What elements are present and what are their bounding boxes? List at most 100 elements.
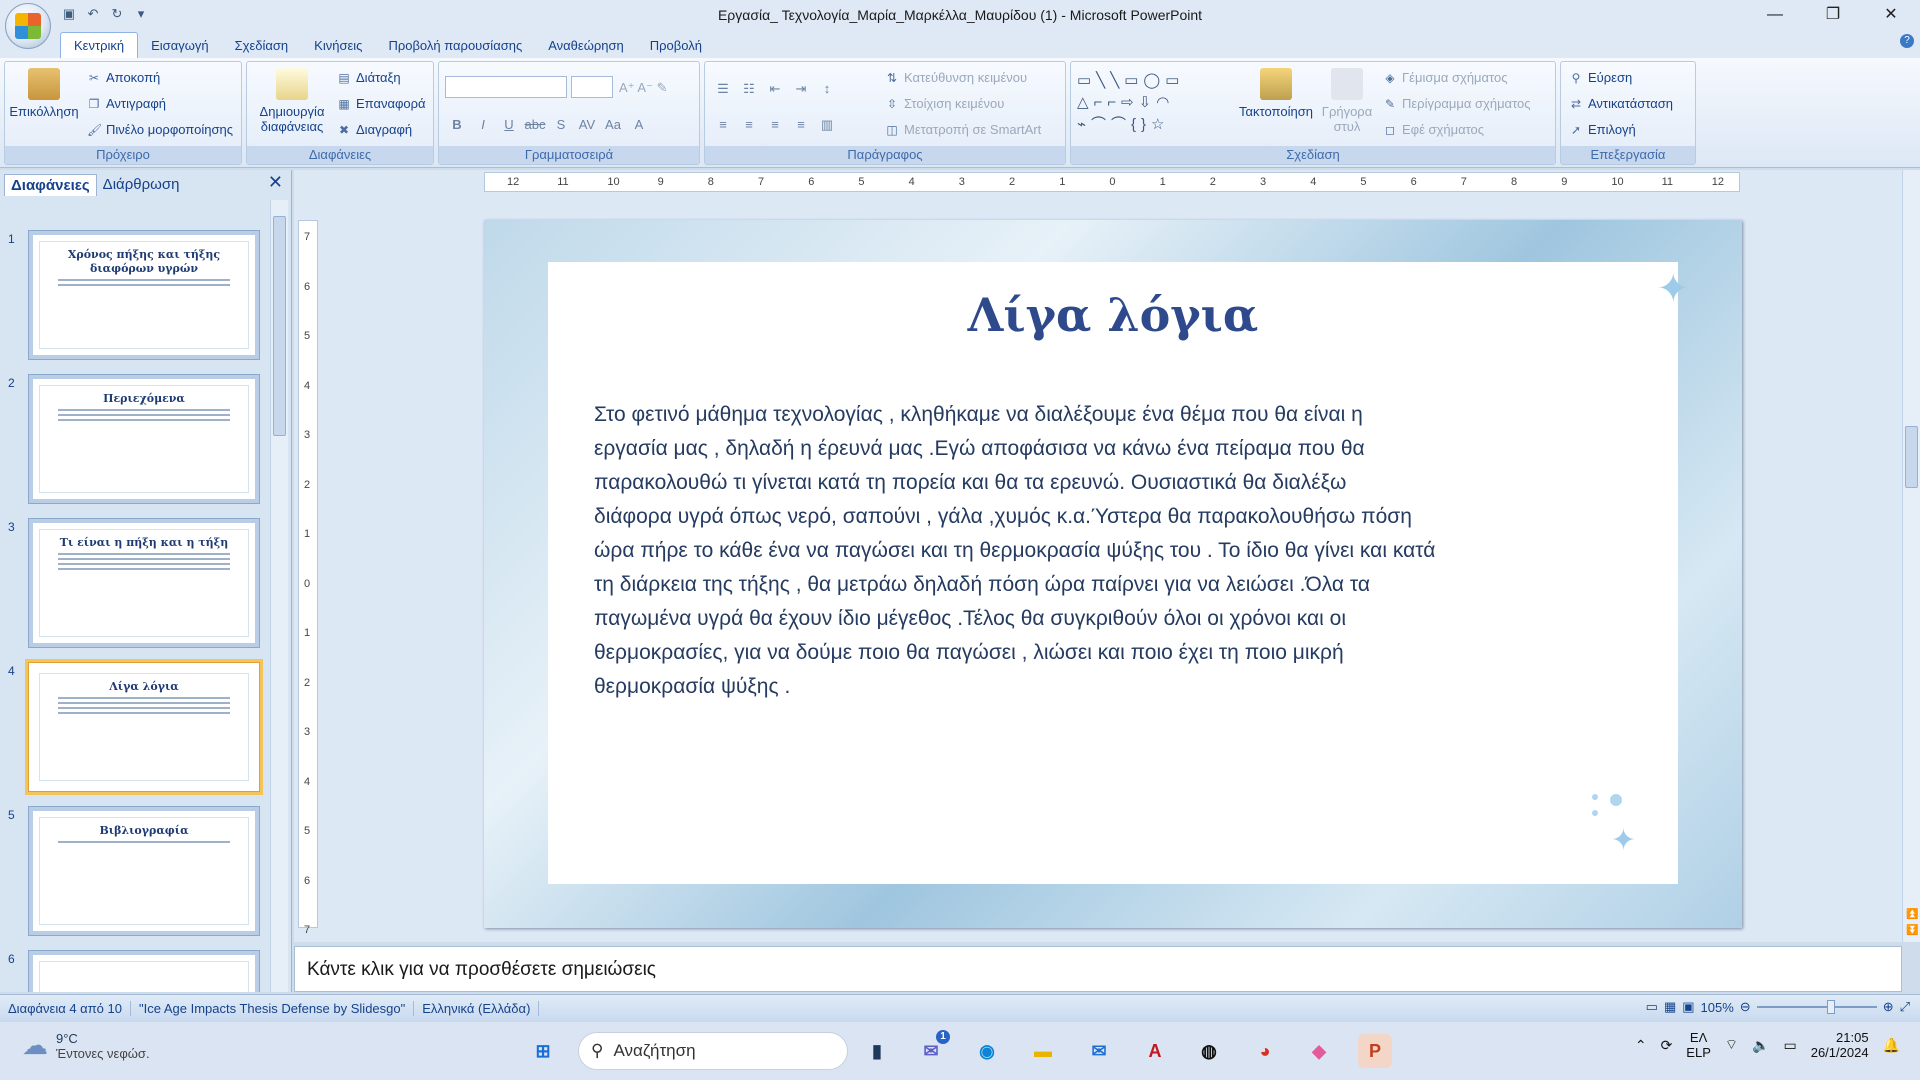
slide-thumbnail-2[interactable]: Περιεχόμενα <box>28 374 260 504</box>
input-language[interactable]: ΕΛ ELP <box>1686 1030 1711 1060</box>
layout-button[interactable]: ▤ Διάταξη <box>337 70 400 85</box>
close-pane-icon[interactable]: ✕ <box>268 172 283 193</box>
slide-body-text[interactable]: Στο φετινό μάθημα τεχνολογίας , κληθήκαμ… <box>594 398 1604 704</box>
restore-button[interactable]: ❐ <box>1804 0 1862 30</box>
taskbar-search[interactable]: ⚲ Αναζήτηση <box>578 1032 848 1070</box>
tab-view[interactable]: Προβολή <box>637 34 715 58</box>
shadow-button[interactable]: S <box>549 114 573 136</box>
tab-slides-pane[interactable]: Διαφάνειες <box>4 174 97 196</box>
find-button[interactable]: ⚲ Εύρεση <box>1569 70 1633 85</box>
shapes-gallery[interactable]: ▭╲╲▭◯▭ △⌐⌐⇨⇩◠ ⌁⌒⌒{}☆ <box>1077 70 1227 136</box>
select-button[interactable]: ➚ Επιλογή <box>1569 122 1636 137</box>
task-view-icon[interactable]: ▮ <box>860 1034 894 1068</box>
copy-button[interactable]: ❐ Αντιγραφή <box>87 96 166 111</box>
current-slide[interactable]: ✦ ✦ Λίγα λόγια Στο φετινό μάθημα τεχνολο… <box>484 220 1742 928</box>
sorter-view-icon[interactable]: ▦ <box>1664 999 1676 1015</box>
chevron-up-icon[interactable]: ⌃ <box>1635 1037 1647 1054</box>
clock[interactable]: 21:05 26/1/2024 <box>1811 1030 1869 1060</box>
tab-slideshow[interactable]: Προβολή παρουσίασης <box>375 34 535 58</box>
delete-slide-button[interactable]: ✖ Διαγραφή <box>337 122 412 137</box>
decrease-indent-button[interactable]: ⇤ <box>763 78 787 100</box>
columns-button[interactable]: ▥ <box>815 114 839 136</box>
slideshow-view-icon[interactable]: ▣ <box>1682 999 1694 1015</box>
arrange-button[interactable]: Τακτοποίηση <box>1237 68 1315 119</box>
file-explorer-icon[interactable]: ▬ <box>1026 1034 1060 1068</box>
shape-fill-button[interactable]: ◈ Γέμισμα σχήματος <box>1383 70 1507 85</box>
shape-outline-button[interactable]: ✎ Περίγραμμα σχήματος <box>1383 96 1531 111</box>
zoom-slider-thumb[interactable] <box>1826 1000 1835 1014</box>
language-indicator[interactable]: Ελληνικά (Ελλάδα) <box>414 1001 540 1016</box>
align-left-button[interactable]: ≡ <box>711 114 735 136</box>
font-size-select[interactable] <box>571 76 613 98</box>
align-center-button[interactable]: ≡ <box>737 114 761 136</box>
zoom-level[interactable]: 105% <box>1701 1000 1734 1015</box>
edge-icon[interactable]: ◉ <box>970 1034 1004 1068</box>
pane-scrollbar[interactable] <box>270 200 288 992</box>
change-case-button[interactable]: Aa <box>601 114 625 136</box>
editor-scroll-thumb[interactable] <box>1905 426 1918 488</box>
volume-icon[interactable]: 🔈 <box>1752 1037 1769 1054</box>
paste-button[interactable]: Επικόλληση <box>9 68 79 119</box>
cut-button[interactable]: ✂ Αποκοπή <box>87 70 160 85</box>
zoom-out-icon[interactable]: ⊖ <box>1740 999 1751 1015</box>
bullets-button[interactable]: ☰ <box>711 78 735 100</box>
underline-button[interactable]: U <box>497 114 521 136</box>
tab-review[interactable]: Αναθεώρηση <box>535 34 637 58</box>
font-color-button[interactable]: A <box>627 114 651 136</box>
close-button[interactable]: ✕ <box>1862 0 1920 30</box>
new-slide-button[interactable]: Δημιουργία διαφάνειας <box>251 68 333 134</box>
mail-icon[interactable]: ✉ <box>1082 1034 1116 1068</box>
paint-icon[interactable]: ◆ <box>1302 1034 1336 1068</box>
tab-animations[interactable]: Κινήσεις <box>301 34 375 58</box>
bold-button[interactable]: B <box>445 114 469 136</box>
weather-widget[interactable]: ☁ 9°C Έντονες νεφώσ. <box>22 1030 150 1061</box>
char-spacing-button[interactable]: AV <box>575 114 599 136</box>
font-family-select[interactable] <box>445 76 567 98</box>
quick-styles-button[interactable]: Γρήγορα στυλ <box>1317 68 1377 134</box>
editor-scrollbar[interactable]: ⏫ ⏬ <box>1902 170 1920 942</box>
sync-icon[interactable]: ⟳ <box>1661 1037 1673 1054</box>
slide-title[interactable]: Λίγα λόγια <box>484 288 1742 342</box>
tab-insert[interactable]: Εισαγωγή <box>138 34 221 58</box>
next-slide-icon[interactable]: ⏬ <box>1906 925 1918 936</box>
shape-effects-button[interactable]: ◻ Εφέ σχήματος <box>1383 122 1484 137</box>
tab-outline-pane[interactable]: Διάρθρωση <box>97 174 186 196</box>
line-spacing-button[interactable]: ↕ <box>815 78 839 100</box>
notes-pane[interactable]: Κάντε κλικ για να προσθέσετε σημειώσεις <box>294 946 1902 992</box>
replace-button[interactable]: ⇄ Αντικατάσταση <box>1569 96 1673 111</box>
format-painter-button[interactable]: 🖌 Πινέλο μορφοποίησης <box>87 122 233 137</box>
acrobat-icon[interactable]: A <box>1138 1034 1172 1068</box>
slide-thumbnail-1[interactable]: Χρόνος πήξης και τήξης διαφόρων υγρών <box>28 230 260 360</box>
tab-home[interactable]: Κεντρική <box>60 32 139 58</box>
zoom-in-icon[interactable]: ⊕ <box>1883 999 1894 1015</box>
teams-icon[interactable]: ✉ 1 <box>914 1030 950 1068</box>
notification-bell-icon[interactable]: 🔔 <box>1883 1037 1900 1054</box>
font-grow-button[interactable]: A⁺ A⁻ ✎ <box>619 80 667 96</box>
chrome-icon[interactable]: ◕ <box>1248 1034 1282 1068</box>
fit-window-icon[interactable]: ⤢ <box>1900 999 1910 1015</box>
italic-button[interactable]: I <box>471 114 495 136</box>
numbering-button[interactable]: ☷ <box>737 78 761 100</box>
reset-button[interactable]: ▦ Επαναφορά <box>337 96 425 111</box>
slide-thumbnail-5[interactable]: Βιβλιογραφία <box>28 806 260 936</box>
wifi-icon[interactable]: ⌔ <box>1725 1036 1738 1054</box>
zoom-slider[interactable] <box>1756 1000 1877 1014</box>
normal-view-icon[interactable]: ▭ <box>1646 999 1658 1015</box>
dell-icon[interactable]: ◍ <box>1192 1034 1226 1068</box>
slide-thumbnail-3[interactable]: Τι είναι η πήξη και η τήξη <box>28 518 260 648</box>
smartart-button[interactable]: ◫ Μετατροπή σε SmartArt <box>885 122 1041 137</box>
slide-thumbnail-4[interactable]: Λίγα λόγια <box>28 662 260 792</box>
prev-slide-icon[interactable]: ⏫ <box>1906 909 1918 920</box>
tab-design[interactable]: Σχεδίαση <box>222 34 302 58</box>
pane-scroll-thumb[interactable] <box>273 216 286 436</box>
office-button[interactable] <box>5 3 51 49</box>
windows-start-icon[interactable]: ⊞ <box>526 1034 560 1068</box>
justify-button[interactable]: ≡ <box>789 114 813 136</box>
minimize-button[interactable]: — <box>1746 0 1804 30</box>
battery-icon[interactable]: ▭ <box>1783 1037 1796 1054</box>
slide-thumbnail-6[interactable] <box>28 950 260 992</box>
strikethrough-button[interactable]: abc <box>523 114 547 136</box>
help-icon[interactable]: ? <box>1900 34 1914 48</box>
text-direction-button[interactable]: ⇅ Κατεύθυνση κειμένου <box>885 70 1027 85</box>
powerpoint-icon[interactable]: P <box>1358 1034 1392 1068</box>
